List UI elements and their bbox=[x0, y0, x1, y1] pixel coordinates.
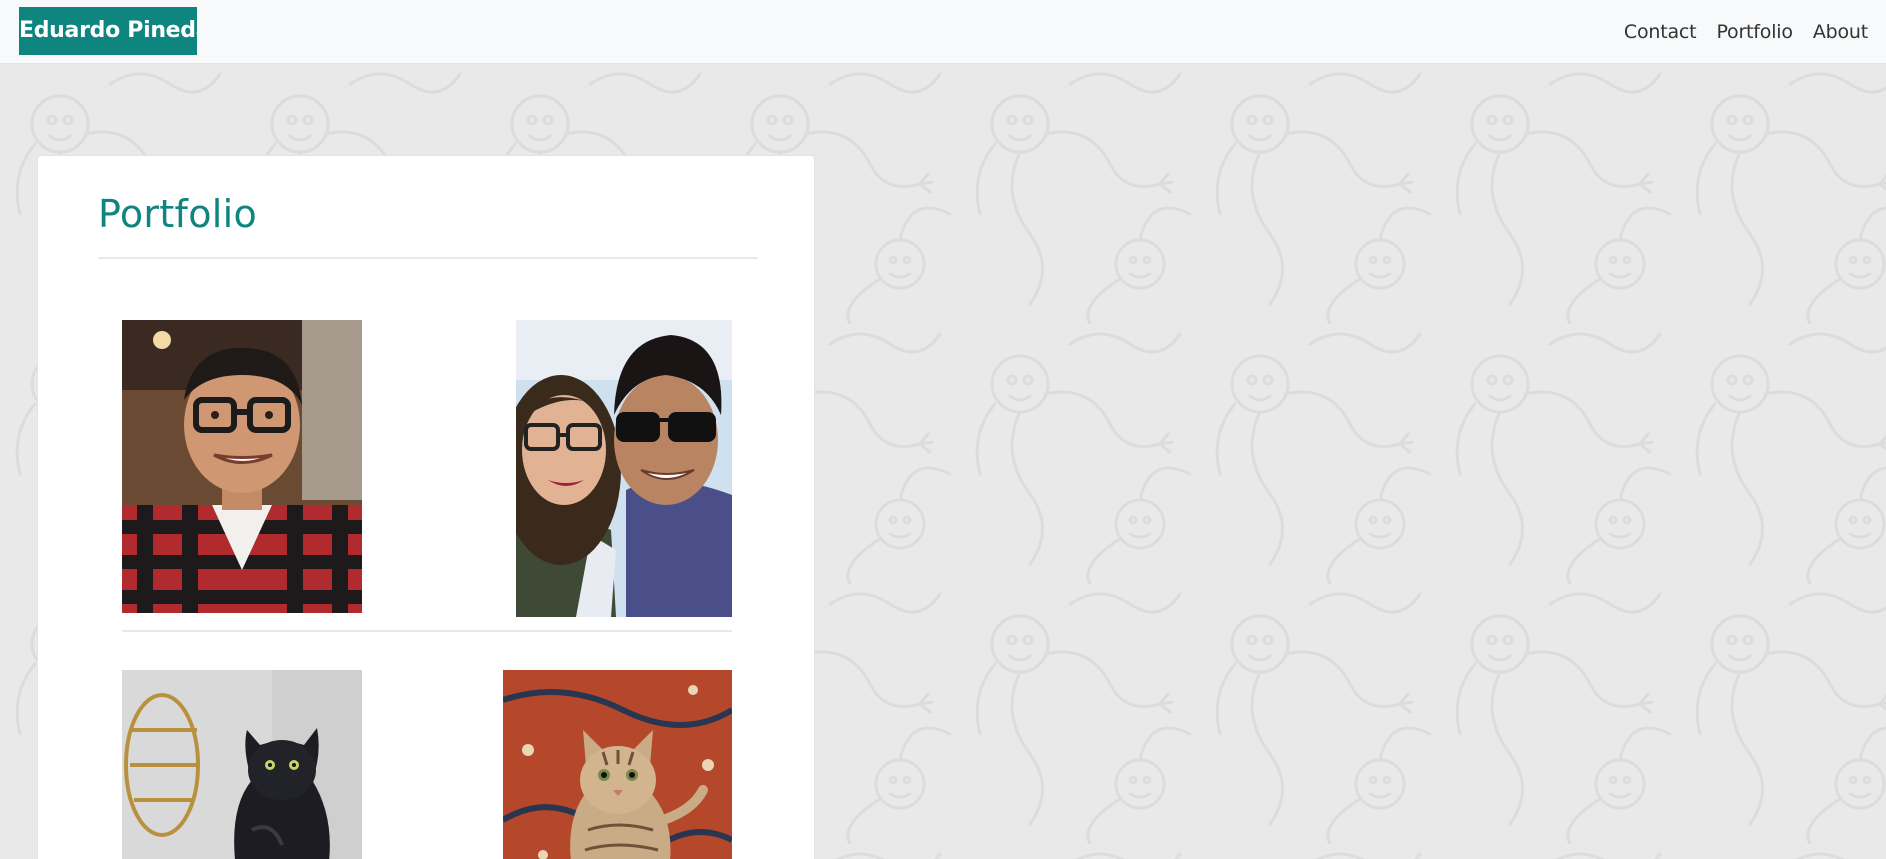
nav-link-portfolio[interactable]: Portfolio bbox=[1716, 21, 1793, 43]
nav-link-about[interactable]: About bbox=[1813, 21, 1868, 43]
navbar: Eduardo Pineda Contact Portfolio About bbox=[0, 0, 1886, 64]
page-title: Portfolio bbox=[98, 192, 258, 236]
brand-logo[interactable]: Eduardo Pineda bbox=[19, 7, 197, 55]
photo-man-glasses[interactable] bbox=[122, 320, 362, 613]
nav-link-contact[interactable]: Contact bbox=[1624, 21, 1697, 43]
photo-black-cat[interactable] bbox=[122, 670, 362, 859]
photo-couple-selfie[interactable] bbox=[516, 320, 732, 617]
nav-links: Contact Portfolio About bbox=[1604, 0, 1868, 64]
portfolio-card: Portfolio bbox=[37, 155, 815, 859]
photo-tabby-cat[interactable] bbox=[503, 670, 732, 859]
row-divider bbox=[122, 630, 732, 632]
title-divider bbox=[98, 257, 758, 259]
